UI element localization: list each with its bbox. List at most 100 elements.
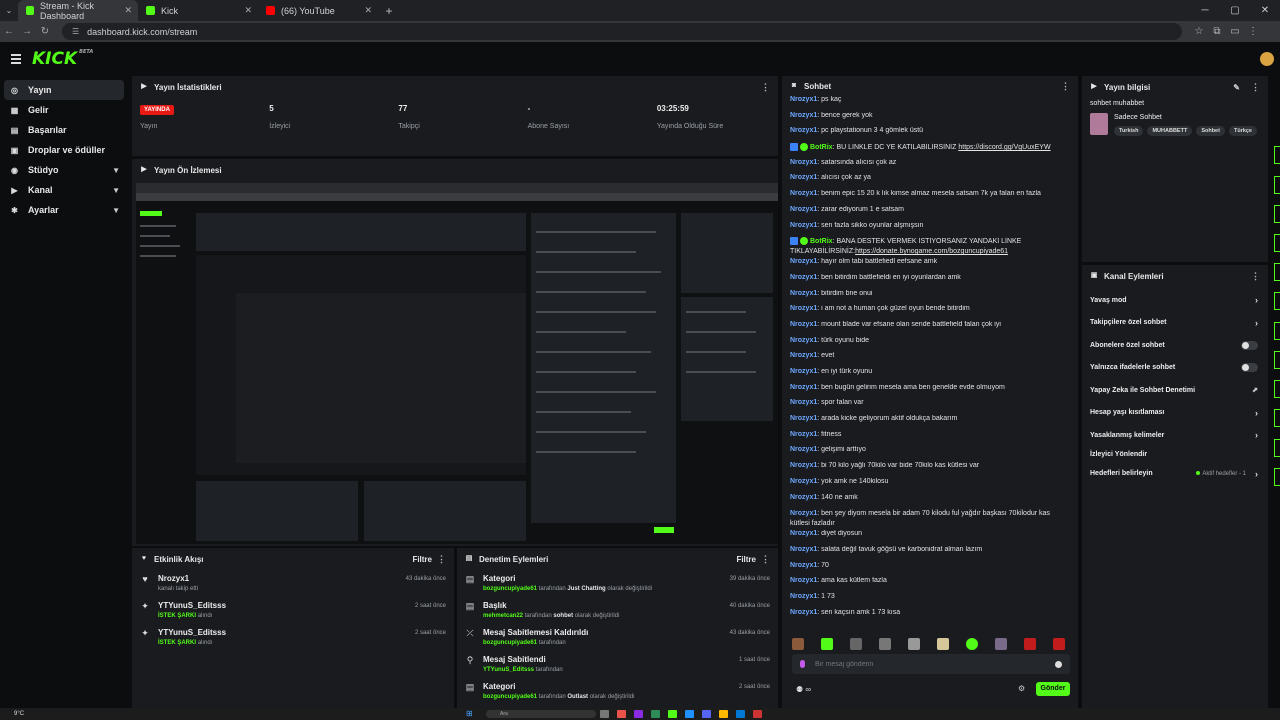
close-tab-icon[interactable]: ✕ [244,5,252,16]
cast-icon[interactable]: ▭ [1226,26,1244,37]
filter-button[interactable]: Filtre [412,555,432,564]
taskbar-app-icon[interactable] [753,710,762,718]
chat-link[interactable]: https://discord.gg/VgUuxEYW [958,144,1050,151]
action-slow-mode[interactable]: Yavaş mod › [1082,289,1268,312]
chat-username[interactable]: Nrozyx1 [790,530,817,537]
taskbar-app-icon[interactable] [634,710,643,718]
chat-message[interactable]: Nrozyx1: salata değil tavuk göğsü ve kar… [790,546,1070,562]
chat-username[interactable]: BotRix [810,238,833,245]
side-tab[interactable] [1274,263,1280,281]
browser-tab-dashboard[interactable]: Stream - Kick Dashboard ✕ [18,0,138,21]
list-item[interactable]: ✦ YTYunuS_Editsss İSTEK ŞARKI alındı 2 s… [132,597,454,624]
chat-username[interactable]: Nrozyx1 [790,127,817,134]
taskbar-search[interactable]: Ara [486,710,596,718]
chat-username[interactable]: Nrozyx1 [790,112,817,119]
chat-message[interactable]: Nrozyx1: en iyi türk oyunu [790,368,1070,384]
chat-message[interactable]: Nrozyx1: sen kaçsın amk 1 73 kısa [790,609,1070,625]
chat-message[interactable]: Nrozyx1: ben şey diyom mesela bir adam 7… [790,509,1070,530]
chat-message[interactable]: Nrozyx1: 140 ne amk [790,494,1070,510]
chat-username[interactable]: Nrozyx1 [790,399,817,406]
chat-message[interactable]: Nrozyx1: 70 [790,562,1070,578]
chat-message[interactable]: Nrozyx1: fitness [790,431,1070,447]
chat-message[interactable]: Nrozyx1: türk oyunu bide [790,337,1070,353]
side-tab[interactable] [1274,176,1280,194]
chat-message[interactable]: Nrozyx1: bi 70 kilo yağlı 70kilo var bid… [790,462,1070,478]
chat-username[interactable]: BotRix [810,144,833,151]
side-tab[interactable] [1274,292,1280,310]
chat-username[interactable]: Nrozyx1 [790,96,817,103]
emoji-icon[interactable] [1055,660,1062,668]
sidebar-item-yayin[interactable]: ◎ Yayın [4,80,124,100]
chat-username[interactable]: Nrozyx1 [790,321,817,328]
gear-icon[interactable]: ⚙ [1018,684,1025,693]
emote-icon[interactable] [995,638,1007,650]
action-raid[interactable]: İzleyici Yönlendir [1082,447,1268,463]
sidebar-item-droplar[interactable]: ▣ Droplar ve ödüller [4,140,124,160]
avatar[interactable] [1260,52,1274,66]
chat-input[interactable] [815,660,1035,668]
action-goals[interactable]: Hedefleri belirleyin Aktif hedefler - 1 … [1082,463,1268,486]
emote-icon[interactable] [792,638,804,650]
chat-username[interactable]: Nrozyx1 [790,274,817,281]
url-field[interactable]: ☰ dashboard.kick.com/stream [62,23,1182,40]
list-item[interactable]: ♥ Nrozyx1 kanalı takip etti 43 dakika ön… [132,570,454,597]
sidebar-item-basarilar[interactable]: ▤ Başarılar [4,120,124,140]
extensions-icon[interactable]: ⧉ [1208,26,1226,37]
chat-username[interactable]: Nrozyx1 [790,462,817,469]
side-tab[interactable] [1274,409,1280,427]
list-item[interactable]: ▤ Kategori bozguncupiyade61 tarafından O… [457,678,778,705]
windows-start-icon[interactable]: ⊞ [466,709,473,718]
bookmark-star-icon[interactable]: ☆ [1190,26,1208,37]
emote-icon[interactable] [850,638,862,650]
chat-username[interactable]: Nrozyx1 [790,415,817,422]
chat-message[interactable]: Nrozyx1: bence gerek yok [790,112,1070,128]
chat-username[interactable]: Nrozyx1 [790,546,817,553]
filter-button[interactable]: Filtre [736,555,756,564]
side-tab[interactable] [1274,205,1280,223]
chat-username[interactable]: Nrozyx1 [790,593,817,600]
taskbar-app-icon[interactable] [668,710,677,718]
browser-tab-kick[interactable]: Kick ✕ [138,0,258,21]
side-tab[interactable] [1274,146,1280,164]
emote-icon[interactable] [937,638,949,650]
chat-message[interactable]: BotRix: BANA DESTEK VERMEK İSTİYORSANIZ … [790,237,1070,258]
more-icon[interactable]: ⋮ [1251,82,1260,93]
list-item[interactable]: ⤫ Mesaj Sabitlemesi Kaldırıldı bozguncup… [457,624,778,651]
chat-message[interactable]: Nrozyx1: ben bitirdim battlefieldi en iy… [790,274,1070,290]
chat-username[interactable]: Nrozyx1 [790,206,817,213]
side-tab[interactable] [1274,439,1280,457]
chat-message[interactable]: Nrozyx1: sen fazla sikko oyunlar alşmışs… [790,222,1070,238]
chat-username[interactable]: Nrozyx1 [790,190,817,197]
mic-icon[interactable] [800,660,805,668]
back-icon[interactable]: ← [0,26,18,37]
chat-username[interactable]: Nrozyx1 [790,337,817,344]
more-icon[interactable]: ⋮ [1251,271,1260,282]
emote-icon[interactable] [908,638,920,650]
emote-icon[interactable] [966,638,978,650]
chat-message[interactable]: Nrozyx1: evet [790,352,1070,368]
list-item[interactable]: ✦ YTYunuS_Editsss İSTEK ŞARKI alındı 2 s… [132,624,454,651]
chat-message[interactable]: Nrozyx1: mount blade var efsane olan sen… [790,321,1070,337]
chat-username[interactable]: Nrozyx1 [790,494,817,501]
list-item[interactable]: ▤ Kategori bozguncupiyade61 tarafından J… [457,570,778,597]
more-icon[interactable]: ⋮ [761,554,770,565]
close-window-icon[interactable]: ✕ [1250,0,1280,21]
chat-message[interactable]: Nrozyx1: diyet diyosun [790,530,1070,546]
taskbar-app-icon[interactable] [702,710,711,718]
action-account-age[interactable]: Hesap yaşı kısıtlaması › [1082,402,1268,425]
chat-link[interactable]: https://donate.bynogame.com/bozguncupiya… [855,248,1008,255]
browser-menu-icon[interactable]: ⋮ [1244,26,1262,37]
chat-username[interactable]: Nrozyx1 [790,562,817,569]
chat-message[interactable]: Nrozyx1: hayır olm tabi battlefiedl eefs… [790,258,1070,274]
maximize-icon[interactable]: ▢ [1220,0,1250,21]
tab-search-icon[interactable]: ⌄ [0,6,18,15]
sidebar-item-studyo[interactable]: ◉ Stüdyo ▼ [4,160,124,180]
chat-username[interactable]: Nrozyx1 [790,222,817,229]
emote-icon[interactable] [1053,638,1065,650]
taskbar-app-icon[interactable] [685,710,694,718]
chat-username[interactable]: Nrozyx1 [790,352,817,359]
taskbar-app-icon[interactable] [600,710,609,718]
list-item[interactable]: ⚲ Mesaj Sabitlendi YTYunuS_Editsss taraf… [457,651,778,678]
taskbar-app-icon[interactable] [617,710,626,718]
chat-username[interactable]: Nrozyx1 [790,431,817,438]
